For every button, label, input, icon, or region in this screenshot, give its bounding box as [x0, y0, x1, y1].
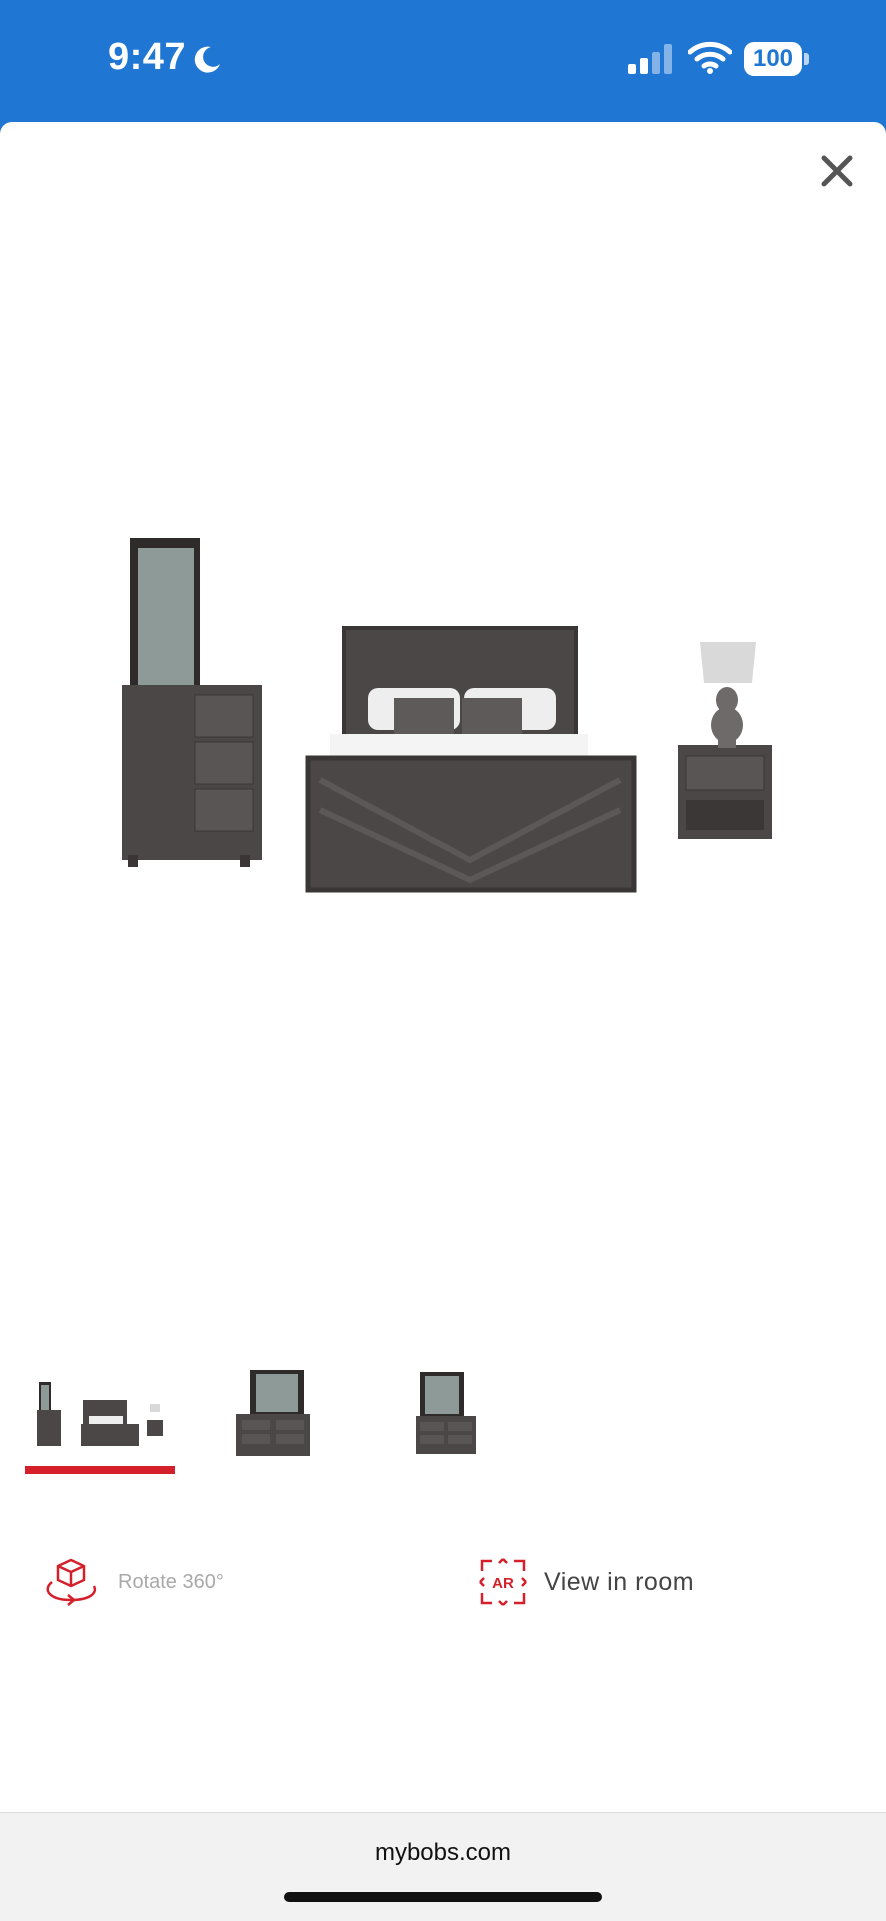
- signal-icon: [628, 44, 672, 74]
- ar-icon: AR: [479, 1558, 527, 1606]
- active-thumbnail-indicator: [25, 1466, 175, 1474]
- rotate-360-label: Rotate 360°: [118, 1570, 224, 1593]
- thumbnail-strip: [0, 1360, 886, 1480]
- url-text[interactable]: mybobs.com: [0, 1839, 886, 1867]
- view-in-room-button[interactable]: AR View in room: [478, 1554, 694, 1610]
- status-bar: 9:47 100: [0, 0, 886, 122]
- bedroom-set-image: [122, 538, 772, 893]
- rotate-360-button[interactable]: Rotate 360°: [40, 1554, 224, 1610]
- rotate-360-icon: [46, 1558, 97, 1606]
- close-icon[interactable]: [812, 146, 862, 196]
- home-indicator: [284, 1892, 602, 1902]
- battery-level: 100: [752, 45, 794, 72]
- ar-icon-text: AR: [492, 1575, 514, 1592]
- thumbnail-bedroom-set[interactable]: [25, 1360, 175, 1470]
- battery-icon: 100: [744, 42, 810, 76]
- thumbnail-dresser-mirror-alt[interactable]: [376, 1360, 526, 1470]
- status-time: 9:47: [108, 36, 187, 78]
- view-in-room-label: View in room: [544, 1567, 695, 1596]
- thumbnail-dresser-mirror[interactable]: [200, 1360, 350, 1470]
- wifi-icon: [688, 41, 732, 74]
- moon-icon: [194, 46, 220, 73]
- browser-url-bar[interactable]: mybobs.com: [0, 1812, 886, 1921]
